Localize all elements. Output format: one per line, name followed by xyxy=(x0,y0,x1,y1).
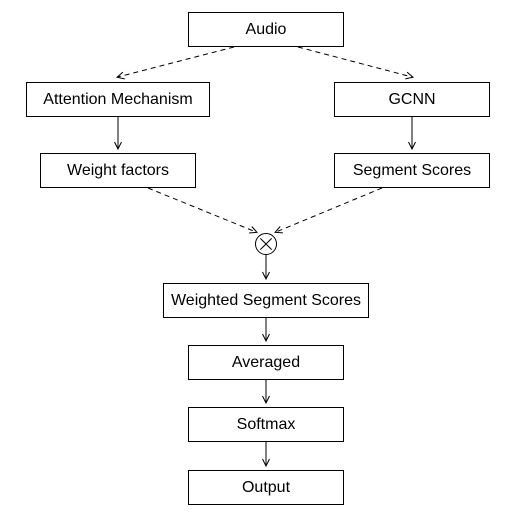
node-averaged: Averaged xyxy=(188,345,344,380)
node-weighted-segment-scores: Weighted Segment Scores xyxy=(163,283,369,318)
node-softmax: Softmax xyxy=(188,407,344,442)
multiply-operator-icon xyxy=(255,233,277,255)
node-audio: Audio xyxy=(188,12,344,47)
node-gcnn: GCNN xyxy=(334,82,490,117)
node-weight-factors: Weight factors xyxy=(40,153,196,188)
node-segment-scores: Segment Scores xyxy=(334,153,490,188)
diagram-canvas: Audio Attention Mechanism GCNN Weight fa… xyxy=(0,0,528,518)
node-attention-mechanism: Attention Mechanism xyxy=(26,82,210,117)
node-output: Output xyxy=(188,470,344,505)
